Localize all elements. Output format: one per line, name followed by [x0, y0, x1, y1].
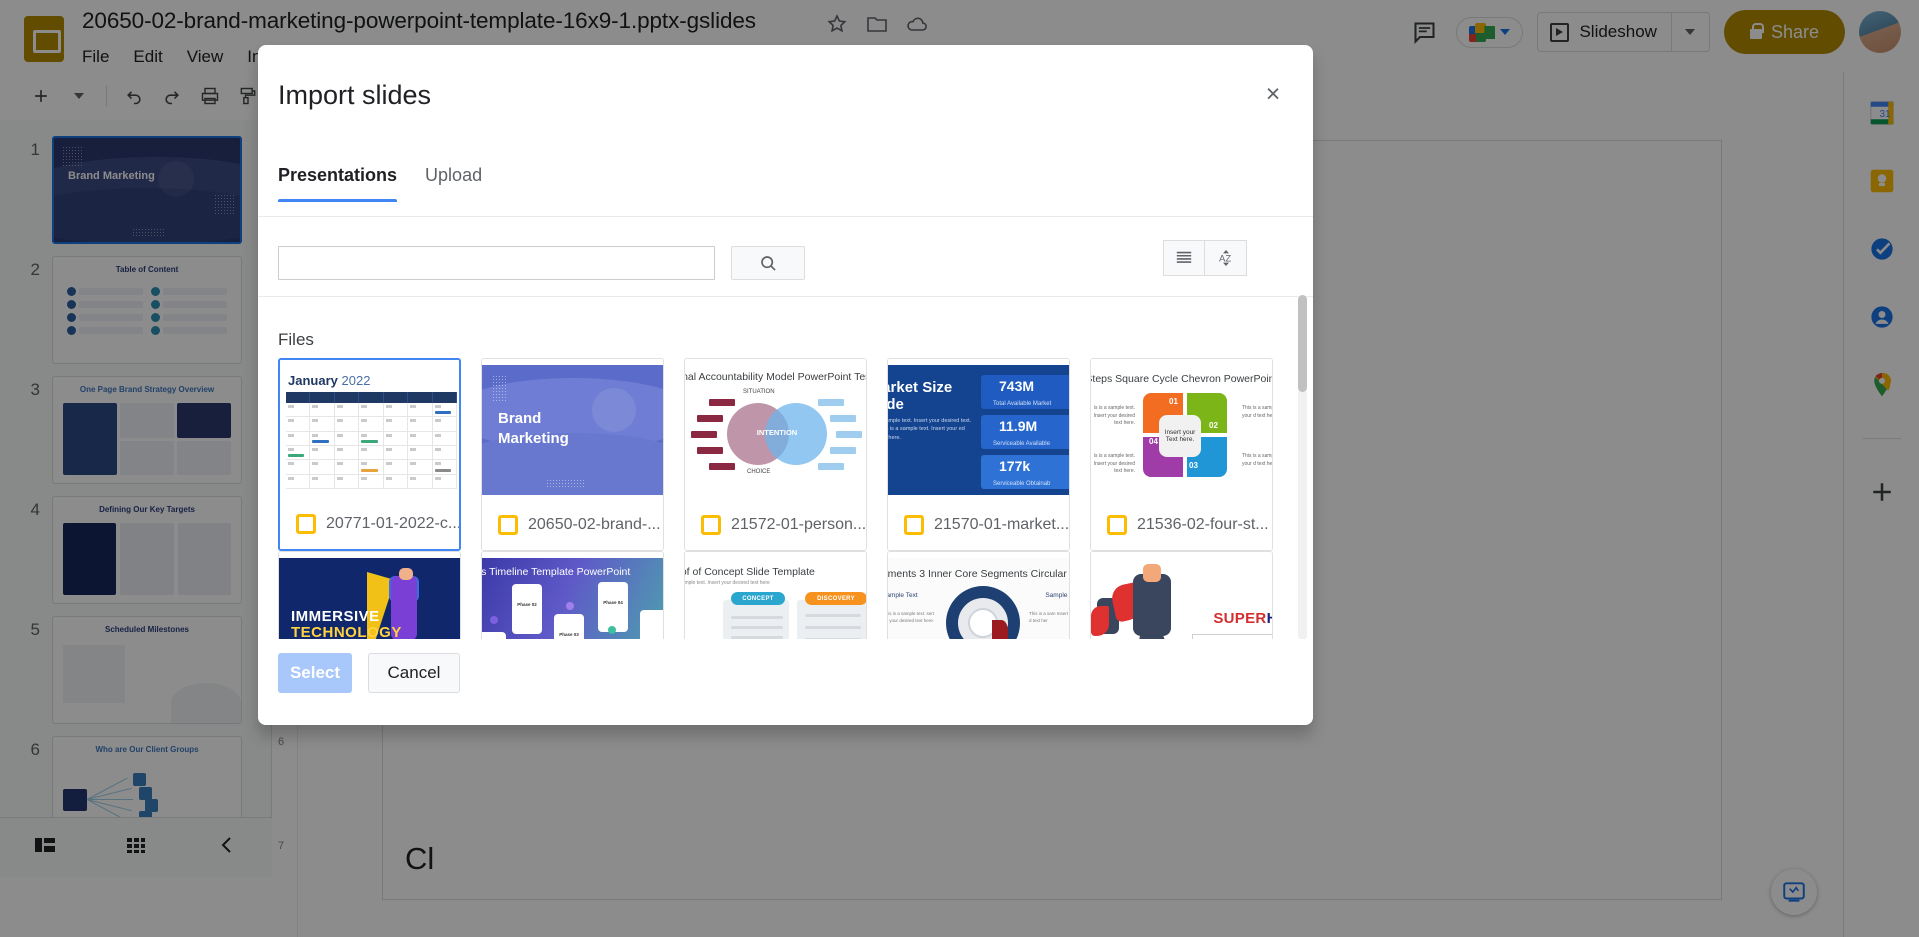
- tab-upload[interactable]: Upload: [425, 165, 508, 202]
- file-card[interactable]: r Steps Square Cycle Chevron PowerPoint …: [1090, 358, 1273, 551]
- file-thumbnail: larket Sizelide a sample text. Insert yo…: [888, 359, 1069, 501]
- file-name: 20771-01-2022-c...: [326, 515, 459, 532]
- dialog-tabs: Presentations Upload: [278, 165, 508, 202]
- list-view-icon[interactable]: [1163, 240, 1205, 276]
- file-card[interactable]: larket Sizelide a sample text. Insert yo…: [887, 358, 1070, 551]
- file-name: 20650-02-brand-...: [528, 516, 661, 533]
- sort-az-icon[interactable]: AZ: [1205, 240, 1247, 276]
- thumb-calendar: January 2022: [280, 366, 459, 496]
- slides-file-icon: [498, 515, 518, 535]
- file-name: 21570-01-market...: [934, 516, 1069, 533]
- tab-presentations[interactable]: Presentations: [278, 165, 425, 202]
- thumb-market-size: larket Sizelide a sample text. Insert yo…: [888, 365, 1069, 495]
- file-row: 20771-01-2022-c...: [280, 499, 459, 549]
- file-thumbnail: January 2022: [280, 360, 459, 502]
- file-name: 21572-01-person...: [731, 516, 866, 533]
- search-input[interactable]: [278, 246, 715, 280]
- search-icon: [761, 256, 776, 271]
- file-thumbnail: sonal Accountability Model PowerPoint Te…: [685, 359, 866, 501]
- files-grid: January 2022 20771-01-2022-c... Brand Ma…: [278, 358, 1273, 655]
- file-row: 21536-02-four-st...: [1091, 500, 1272, 550]
- search-divider: [258, 296, 1313, 297]
- file-card[interactable]: Brand Marketing 20650-02-brand-...: [481, 358, 664, 551]
- file-thumbnail: r Steps Square Cycle Chevron PowerPoint …: [1091, 359, 1272, 501]
- files-scroll-area[interactable]: January 2022 20771-01-2022-c... Brand Ma…: [258, 300, 1313, 655]
- thumb-brand: Brand Marketing: [482, 365, 663, 495]
- import-slides-dialog: Import slides × Presentations Upload AZ …: [258, 45, 1313, 725]
- dialog-footer: Select Cancel: [258, 639, 1313, 725]
- file-card[interactable]: sonal Accountability Model PowerPoint Te…: [684, 358, 867, 551]
- search-row: AZ: [278, 240, 1293, 286]
- thumb-accountability: sonal Accountability Model PowerPoint Te…: [685, 365, 866, 495]
- slides-file-icon: [701, 515, 721, 535]
- slides-file-icon: [296, 514, 316, 534]
- file-card[interactable]: January 2022 20771-01-2022-c...: [278, 358, 461, 551]
- svg-text:AZ: AZ: [1219, 254, 1231, 265]
- dialog-title: Import slides: [278, 80, 432, 110]
- thumb-four-steps: r Steps Square Cycle Chevron PowerPoint …: [1091, 365, 1272, 495]
- dialog-scrollbar[interactable]: [1298, 295, 1307, 640]
- file-name: 21536-02-four-st...: [1137, 516, 1269, 533]
- slides-file-icon: [904, 515, 924, 535]
- file-row: 21570-01-market...: [888, 500, 1069, 550]
- select-button[interactable]: Select: [278, 653, 352, 693]
- file-row: 21572-01-person...: [685, 500, 866, 550]
- scrollbar-thumb[interactable]: [1298, 295, 1307, 392]
- file-row: 20650-02-brand-...: [482, 500, 663, 550]
- search-button[interactable]: [731, 246, 805, 280]
- view-toggle-group: AZ: [1163, 240, 1247, 276]
- slides-file-icon: [1107, 515, 1127, 535]
- cancel-button[interactable]: Cancel: [368, 653, 460, 693]
- file-thumbnail: Brand Marketing: [482, 359, 663, 501]
- close-icon[interactable]: ×: [1253, 74, 1293, 114]
- tabs-divider: [258, 216, 1313, 217]
